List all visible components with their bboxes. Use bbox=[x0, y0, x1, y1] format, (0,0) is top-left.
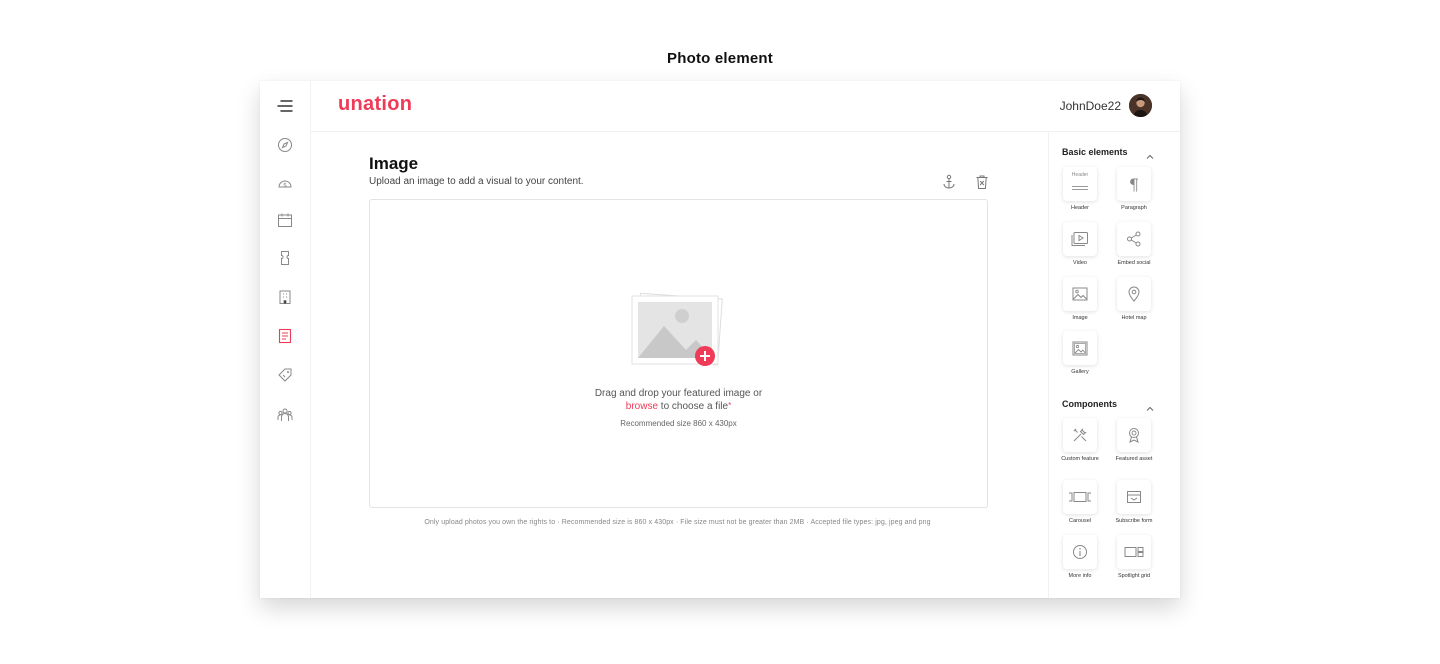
avatar[interactable] bbox=[1129, 94, 1152, 117]
gallery-icon bbox=[1063, 331, 1097, 365]
tools-icon bbox=[1063, 418, 1097, 452]
required-marker: * bbox=[728, 401, 732, 410]
image-dropzone[interactable]: Drag and drop your featured image or bro… bbox=[369, 199, 988, 508]
anchor-icon[interactable] bbox=[942, 174, 956, 190]
element-label: More info bbox=[1068, 573, 1092, 579]
chevron-up-icon[interactable] bbox=[1145, 148, 1155, 159]
paragraph-icon: ¶ bbox=[1117, 167, 1151, 201]
page-heading: Photo element bbox=[667, 50, 773, 67]
dashboard-gauge-icon[interactable]: $ bbox=[276, 174, 294, 192]
component-subscribe-form[interactable]: Subscribe form bbox=[1112, 480, 1156, 525]
element-label: Hotel map bbox=[1121, 315, 1147, 321]
article-icon[interactable] bbox=[276, 327, 294, 345]
map-pin-icon bbox=[1117, 277, 1151, 311]
carousel-icon bbox=[1063, 480, 1097, 514]
component-spotlight-grid[interactable]: Spotlight grid bbox=[1112, 535, 1156, 580]
browse-link[interactable]: browse bbox=[626, 401, 658, 412]
element-label: Carousel bbox=[1068, 518, 1091, 524]
components-title: Components bbox=[1062, 399, 1117, 409]
recommended-size: Recommended size 860 x 430px bbox=[620, 419, 737, 428]
left-nav-rail: $ bbox=[260, 81, 311, 598]
editor-content: Image Upload an image to add a visual to… bbox=[311, 132, 1048, 598]
element-paragraph[interactable]: ¶ Paragraph bbox=[1112, 167, 1156, 212]
menu-icon[interactable] bbox=[276, 97, 294, 115]
svg-text:$: $ bbox=[283, 182, 287, 189]
building-icon[interactable] bbox=[276, 288, 294, 306]
drop-instruction: Drag and drop your featured image or bbox=[594, 388, 763, 399]
element-label: Subscribe form bbox=[1115, 518, 1153, 524]
element-image[interactable]: Image bbox=[1058, 277, 1102, 322]
video-icon bbox=[1063, 222, 1097, 256]
basic-elements-title: Basic elements bbox=[1062, 147, 1128, 157]
badge-icon bbox=[1117, 418, 1151, 452]
element-label: Custom feature bbox=[1061, 456, 1099, 462]
ticket-icon[interactable] bbox=[276, 249, 294, 267]
block-title: Image bbox=[369, 154, 419, 173]
upload-hint: Only upload photos you own the rights to… bbox=[424, 519, 931, 526]
top-bar: unation JohnDoe22 bbox=[311, 81, 1180, 132]
block-subtitle: Upload an image to add a visual to your … bbox=[369, 176, 584, 187]
element-label: Video bbox=[1073, 260, 1087, 266]
header-icon: Header bbox=[1063, 167, 1097, 201]
element-video[interactable]: Video bbox=[1058, 222, 1102, 267]
brand-logo[interactable]: unation bbox=[338, 93, 412, 116]
element-label: Spotlight grid bbox=[1117, 573, 1151, 579]
spotlight-grid-icon bbox=[1117, 535, 1151, 569]
element-gallery[interactable]: Gallery bbox=[1058, 331, 1102, 376]
component-custom-feature[interactable]: Custom feature bbox=[1058, 418, 1102, 463]
element-label: Paragraph bbox=[1121, 205, 1147, 211]
element-label: Header bbox=[1070, 205, 1090, 211]
info-icon bbox=[1063, 535, 1097, 569]
element-label: Gallery bbox=[1071, 369, 1089, 375]
delete-icon[interactable] bbox=[975, 174, 989, 190]
component-more-info[interactable]: More info bbox=[1058, 535, 1102, 580]
tag-icon[interactable] bbox=[276, 366, 294, 384]
choose-file-text: to choose a file bbox=[658, 401, 729, 412]
element-embed-social[interactable]: Embed social bbox=[1112, 222, 1156, 267]
community-icon[interactable] bbox=[276, 406, 294, 424]
component-featured-asset[interactable]: Featured asset bbox=[1112, 418, 1156, 463]
drop-instruction-line2: browse to choose a file* bbox=[370, 401, 987, 412]
share-icon bbox=[1117, 222, 1151, 256]
element-hotel-map[interactable]: Hotel map bbox=[1112, 277, 1156, 322]
chevron-up-icon[interactable] bbox=[1145, 400, 1155, 411]
component-carousel[interactable]: Carousel bbox=[1058, 480, 1102, 525]
element-label: Featured asset bbox=[1115, 456, 1153, 462]
username[interactable]: JohnDoe22 bbox=[1060, 99, 1121, 113]
app-window: $ unation JohnDoe22 Image Upload an imag… bbox=[260, 81, 1180, 598]
image-placeholder-icon bbox=[628, 290, 728, 370]
element-label: Image bbox=[1072, 315, 1088, 321]
element-label: Embed social bbox=[1117, 260, 1151, 266]
user-menu[interactable]: JohnDoe22 bbox=[1060, 94, 1152, 117]
calendar-icon[interactable] bbox=[276, 211, 294, 229]
image-icon bbox=[1063, 277, 1097, 311]
subscribe-icon bbox=[1117, 480, 1151, 514]
compass-icon[interactable] bbox=[276, 136, 294, 154]
elements-panel: Basic elements Header Header ¶ Paragraph… bbox=[1048, 132, 1180, 598]
element-header[interactable]: Header Header bbox=[1058, 167, 1102, 212]
